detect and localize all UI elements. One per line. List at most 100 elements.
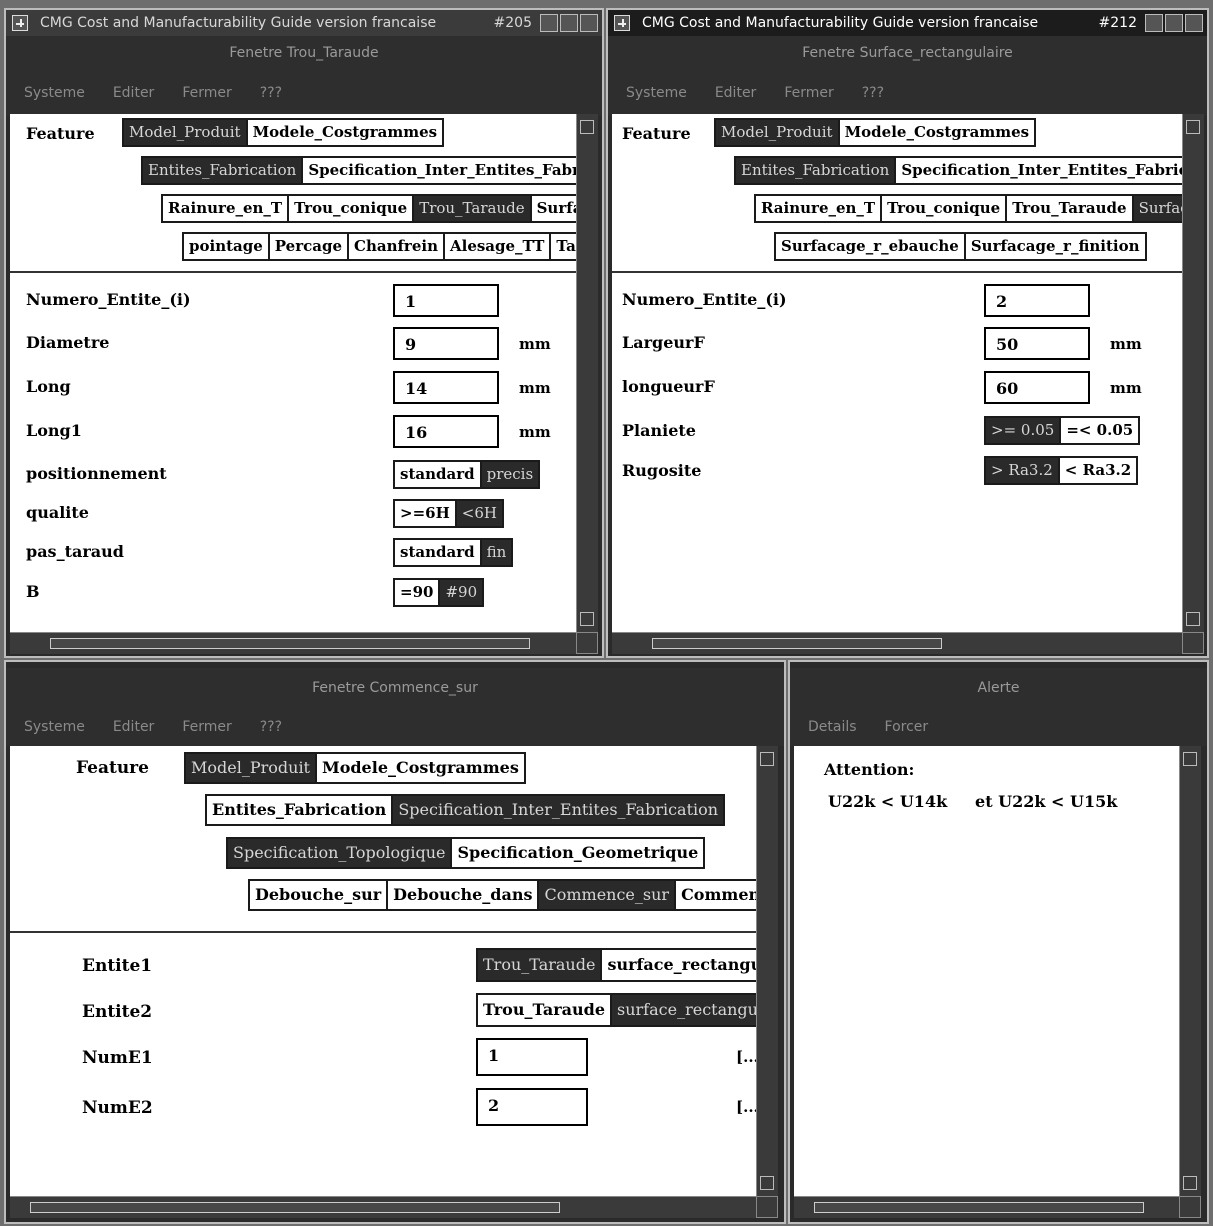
chip-specification-topologique[interactable]: Specification_Topologique <box>226 837 453 869</box>
positionnement-standard[interactable]: standard <box>393 460 482 489</box>
chip-specification-inter[interactable]: Specification_Inter_Entites_Fabrication <box>393 794 726 826</box>
nume1-input[interactable]: 1 <box>476 1038 588 1076</box>
largeurf-input[interactable]: 50 <box>984 327 1090 360</box>
rugosite-gt-ra32[interactable]: > Ra3.2 <box>984 456 1060 485</box>
nume2-input[interactable]: 2 <box>476 1088 588 1126</box>
menu-help[interactable]: ??? <box>260 85 282 101</box>
scroll-down-icon[interactable] <box>760 1176 774 1190</box>
menu-details[interactable]: Details <box>808 719 857 735</box>
vertical-scrollbar[interactable] <box>576 114 598 632</box>
minimize-icon[interactable] <box>1145 14 1163 32</box>
menu-forcer[interactable]: Forcer <box>885 719 929 735</box>
scroll-up-icon[interactable] <box>1183 752 1197 766</box>
chip-surface[interactable]: Surface <box>1133 194 1182 223</box>
horizontal-scrollbar[interactable] <box>794 1196 1179 1218</box>
b-eq-90[interactable]: =90 <box>393 578 441 607</box>
pas-taraud-standard[interactable]: standard <box>393 538 482 567</box>
chip-specification-inter[interactable]: Specification_Inter_Entites_Fabricati <box>896 156 1182 185</box>
vertical-scrollbar[interactable] <box>1182 114 1204 632</box>
menu-systeme[interactable]: Systeme <box>24 85 85 101</box>
chip-model-produit[interactable]: Model_Produit <box>184 752 317 784</box>
chip-entites-fabrication[interactable]: Entites_Fabrication <box>734 156 897 185</box>
chip-modele-costgrammes[interactable]: Modele_Costgrammes <box>247 118 445 147</box>
rugosite-lt-ra32[interactable]: < Ra3.2 <box>1059 456 1139 485</box>
chip-taraudage[interactable]: Tar <box>551 232 576 261</box>
chip-specification-inter[interactable]: Specification_Inter_Entites_Fabrica <box>303 156 576 185</box>
chip-chanfrein[interactable]: Chanfrein <box>349 232 445 261</box>
planiete-le-005[interactable]: =< 0.05 <box>1061 416 1141 445</box>
close-icon[interactable] <box>1185 14 1203 32</box>
resize-corner-icon[interactable] <box>1179 1196 1201 1218</box>
maximize-icon[interactable] <box>1165 14 1183 32</box>
menu-help[interactable]: ??? <box>862 85 884 101</box>
longueurf-input[interactable]: 60 <box>984 371 1090 404</box>
nume2-more-button[interactable]: [... <box>736 1098 756 1116</box>
vertical-scrollbar[interactable] <box>1179 746 1201 1196</box>
chip-surfacage-ebauche[interactable]: Surfacage_r_ebauche <box>774 232 966 261</box>
resize-corner-icon[interactable] <box>1182 632 1204 654</box>
menu-editer[interactable]: Editer <box>715 85 756 101</box>
chip-commence-sur[interactable]: Commence_sur <box>539 879 677 911</box>
window-titlebar[interactable]: CMG Cost and Manufacturability Guide ver… <box>608 10 1207 36</box>
window-menu-icon[interactable] <box>12 15 28 31</box>
chip-entites-fabrication[interactable]: Entites_Fabrication <box>141 156 304 185</box>
positionnement-precis[interactable]: precis <box>481 460 541 489</box>
chip-rainure-en-t[interactable]: Rainure_en_T <box>754 194 883 223</box>
horizontal-scrollbar[interactable] <box>612 632 1182 654</box>
chip-specification-geometrique[interactable]: Specification_Geometrique <box>452 837 706 869</box>
diametre-input[interactable]: 9 <box>393 327 499 360</box>
horizontal-scrollbar[interactable] <box>10 1196 756 1218</box>
vertical-scrollbar[interactable] <box>756 746 778 1196</box>
window-menu-icon[interactable] <box>614 15 630 31</box>
menu-fermer[interactable]: Fermer <box>784 85 833 101</box>
scroll-up-icon[interactable] <box>760 752 774 766</box>
chip-model-produit[interactable]: Model_Produit <box>714 118 840 147</box>
chip-debouche-sur[interactable]: Debouche_sur <box>248 879 389 911</box>
minimize-icon[interactable] <box>540 14 558 32</box>
scroll-thumb[interactable] <box>50 638 530 649</box>
b-ne-90[interactable]: #90 <box>440 578 485 607</box>
chip-entites-fabrication[interactable]: Entites_Fabrication <box>205 794 394 826</box>
resize-corner-icon[interactable] <box>576 632 598 654</box>
qualite-lt-6h[interactable]: <6H <box>456 499 504 528</box>
window-titlebar[interactable]: CMG Cost and Manufacturability Guide ver… <box>6 10 602 36</box>
chip-modele-costgrammes[interactable]: Modele_Costgrammes <box>316 752 526 784</box>
qualite-ge-6h[interactable]: >=6H <box>393 499 457 528</box>
maximize-icon[interactable] <box>560 14 578 32</box>
chip-trou-conique[interactable]: Trou_conique <box>289 194 415 223</box>
close-icon[interactable] <box>580 14 598 32</box>
entite1-trou-taraude[interactable]: Trou_Taraude <box>476 948 603 982</box>
scroll-down-icon[interactable] <box>1186 612 1200 626</box>
pas-taraud-fin[interactable]: fin <box>481 538 514 567</box>
chip-trou-conique[interactable]: Trou_conique <box>882 194 1008 223</box>
menu-fermer[interactable]: Fermer <box>182 85 231 101</box>
chip-model-produit[interactable]: Model_Produit <box>122 118 248 147</box>
menu-systeme[interactable]: Systeme <box>24 719 85 735</box>
scroll-up-icon[interactable] <box>580 120 594 134</box>
chip-trou-taraude[interactable]: Trou_Taraude <box>414 194 532 223</box>
entite2-trou-taraude[interactable]: Trou_Taraude <box>476 993 613 1027</box>
numero-entite-input[interactable]: 2 <box>984 284 1090 317</box>
menu-systeme[interactable]: Systeme <box>626 85 687 101</box>
chip-debouche-dans[interactable]: Debouche_dans <box>388 879 540 911</box>
chip-rainure-en-t[interactable]: Rainure_en_T <box>161 194 290 223</box>
long-input[interactable]: 14 <box>393 371 499 404</box>
entite1-surface-rectangulaire[interactable]: surface_rectangu <box>602 948 756 982</box>
long1-input[interactable]: 16 <box>393 415 499 448</box>
menu-editer[interactable]: Editer <box>113 85 154 101</box>
menu-editer[interactable]: Editer <box>113 719 154 735</box>
chip-surface[interactable]: Surfa <box>531 194 576 223</box>
chip-percage[interactable]: Percage <box>269 232 349 261</box>
horizontal-scrollbar[interactable] <box>10 632 576 654</box>
nume1-more-button[interactable]: [... <box>736 1048 756 1066</box>
scroll-down-icon[interactable] <box>580 612 594 626</box>
planiete-ge-005[interactable]: >= 0.05 <box>984 416 1062 445</box>
chip-commence-dans[interactable]: Commen <box>676 879 756 911</box>
scroll-thumb[interactable] <box>30 1202 560 1213</box>
scroll-down-icon[interactable] <box>1183 1176 1197 1190</box>
chip-modele-costgrammes[interactable]: Modele_Costgrammes <box>839 118 1037 147</box>
scroll-thumb[interactable] <box>814 1202 1144 1213</box>
resize-corner-icon[interactable] <box>756 1196 778 1218</box>
chip-surfacage-finition[interactable]: Surfacage_r_finition <box>965 232 1147 261</box>
chip-trou-taraude[interactable]: Trou_Taraude <box>1007 194 1134 223</box>
